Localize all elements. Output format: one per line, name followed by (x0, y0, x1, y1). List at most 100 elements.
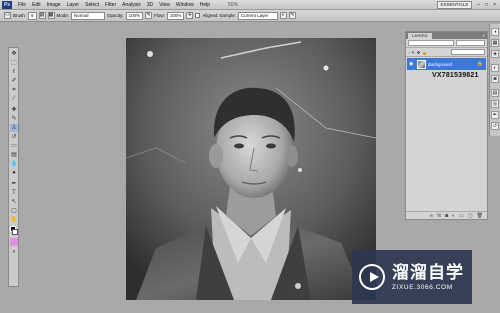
flow-input[interactable]: 100% (166, 11, 185, 20)
shape-tool-icon[interactable]: ▢ (10, 207, 18, 215)
clone-source-icon[interactable]: ▦ (47, 12, 55, 19)
healing-brush-icon[interactable]: ✚ (10, 106, 18, 114)
brush-panel-icon[interactable]: ▤ (38, 12, 46, 19)
sample-label: Sample: (219, 13, 236, 18)
menu-help[interactable]: Help (197, 0, 213, 10)
sample-select[interactable]: Current Layer (237, 11, 278, 20)
document-canvas[interactable] (126, 38, 376, 300)
menu-3d[interactable]: 3D (144, 0, 156, 10)
menu-image[interactable]: Image (44, 0, 64, 10)
zoom-tool-icon[interactable]: ⌕ (10, 248, 18, 256)
menu-edit[interactable]: Edit (29, 0, 44, 10)
history-panel-icon[interactable]: ↺ (491, 122, 499, 130)
masks-panel-icon[interactable]: ◙ (491, 75, 499, 83)
move-tool-icon[interactable]: ✥ (10, 50, 18, 58)
delete-layer-icon[interactable]: 🗑 (477, 213, 483, 219)
lasso-tool-icon[interactable]: ℓ (10, 68, 18, 76)
pen-tool-icon[interactable]: ✒ (10, 180, 18, 188)
crop-tool-icon[interactable]: ⌗ (10, 86, 18, 94)
menu-bar: Ps File Edit Image Layer Select Filter A… (0, 0, 500, 10)
airbrush-icon[interactable]: ✈ (186, 12, 194, 19)
dodge-icon[interactable]: ● (10, 169, 18, 177)
site-name: 溜溜自学 (392, 262, 464, 283)
history-brush-icon[interactable]: ↺ (10, 133, 18, 141)
add-mask-icon[interactable]: ◙ (445, 213, 448, 219)
menu-select[interactable]: Select (82, 0, 102, 10)
layers-tab[interactable]: LAYERS (408, 33, 432, 39)
layer-lock-icon: 🔒 (476, 61, 483, 67)
layers-blend-row (406, 39, 487, 48)
tools-panel: ✥ ⬚ ℓ ✐ ⌗ ⁄ ✚ ✎ ♙ ↺ ▭ ▤ 💧 ● ✒ T ↖ ▢ ✋ ⌕ (8, 47, 19, 287)
path-selection-icon[interactable]: ↖ (10, 198, 18, 206)
minimize-icon[interactable]: – (477, 1, 480, 9)
quick-selection-icon[interactable]: ✐ (10, 77, 18, 85)
options-bar: ⚇ Brush: 9 ▤ ▦ Mode: Normal Opacity: 100… (0, 10, 500, 22)
lock-all-icon[interactable]: 🔒 (422, 50, 427, 55)
layers-panel-footer: ∞ fx ◙ ◐ ▭ ▢ 🗑 (406, 211, 487, 219)
flow-label: Flow: (154, 13, 165, 18)
panel-menu-icon[interactable]: ≡ (483, 33, 485, 38)
eyedropper-icon[interactable]: ⁄ (10, 95, 18, 103)
maximize-icon[interactable]: □ (485, 1, 488, 9)
clone-stamp-icon[interactable]: ♙ (10, 124, 18, 132)
quick-mask-icon[interactable] (10, 238, 18, 246)
opacity-input[interactable]: 100% (125, 11, 144, 20)
layers-panel-header: LAYERS ≡ (406, 32, 487, 39)
close-icon[interactable]: × (493, 1, 496, 9)
clone-stamp-preset-icon[interactable]: ⚇ (4, 12, 11, 19)
type-tool-icon[interactable]: T (10, 189, 18, 197)
menu-window[interactable]: Window (173, 0, 197, 10)
mode-select[interactable]: Normal (71, 11, 106, 20)
layer-name: Background (428, 61, 453, 67)
brush-label: Brush: (13, 13, 27, 18)
vintage-portrait-photo (126, 38, 376, 300)
hand-tool-icon[interactable]: ✋ (10, 216, 18, 224)
workspace-switcher[interactable]: ESSENTIALS (436, 1, 473, 9)
styles-panel-icon[interactable]: ◈ (491, 50, 499, 58)
gradient-icon[interactable]: ▤ (10, 151, 18, 159)
aligned-label: Aligned (202, 13, 218, 18)
pressure-opacity-icon[interactable]: ✎ (145, 12, 153, 19)
adjustments-panel-icon[interactable]: ◐ (491, 64, 499, 72)
swatches-panel-icon[interactable]: ▦ (491, 39, 499, 47)
blend-mode-select[interactable] (408, 40, 455, 46)
visibility-eye-icon[interactable]: ◉ (409, 61, 415, 67)
layers-panel-icon[interactable]: ▤ (491, 89, 499, 97)
lock-pixels-icon[interactable]: ✎ (411, 50, 414, 55)
aligned-checkbox[interactable] (195, 13, 201, 18)
site-logo: 溜溜自学 ZIXUE.3066.COM (352, 250, 472, 304)
paths-panel-icon[interactable]: ✒ (491, 111, 499, 119)
blur-icon[interactable]: 💧 (10, 160, 18, 168)
layer-fill-input[interactable] (450, 49, 485, 55)
zoom-level[interactable]: 50% (225, 0, 241, 10)
brush-tool-icon[interactable]: ✎ (10, 115, 18, 123)
menu-file[interactable]: File (15, 0, 29, 10)
adjustment-layer-icon[interactable]: ◐ (452, 213, 455, 219)
play-icon (359, 264, 385, 290)
menu-analysis[interactable]: Analysis (119, 0, 144, 10)
lock-position-icon[interactable]: ✥ (417, 50, 420, 55)
mode-label: Mode: (56, 13, 70, 18)
layers-panel: LAYERS ≡ ▫ ✎ ✥ 🔒 ◉ Background 🔒 VX781539… (405, 31, 488, 220)
menu-view[interactable]: View (156, 0, 173, 10)
marquee-tool-icon[interactable]: ⬚ (10, 59, 18, 67)
menu-filter[interactable]: Filter (102, 0, 119, 10)
menu-layer[interactable]: Layer (64, 0, 83, 10)
opacity-label: Opacity: (107, 13, 124, 18)
new-layer-icon[interactable]: ▢ (468, 213, 473, 219)
new-group-icon[interactable]: ▭ (459, 213, 464, 219)
pressure-size-icon[interactable]: ✎ (288, 12, 296, 19)
brush-size-picker[interactable]: 9 (28, 11, 37, 20)
channels-panel-icon[interactable]: ◎ (491, 100, 499, 108)
ignore-adjustment-icon[interactable]: ◐ (279, 12, 287, 19)
layer-row-background[interactable]: ◉ Background 🔒 (407, 58, 486, 70)
link-layers-icon[interactable]: ∞ (430, 213, 434, 219)
eraser-icon[interactable]: ▭ (10, 142, 18, 150)
layer-opacity-input[interactable] (456, 40, 485, 46)
background-color-swatch[interactable] (12, 229, 18, 235)
color-panel-icon[interactable]: ◑ (491, 28, 499, 36)
lock-transparent-icon[interactable]: ▫ (408, 50, 409, 55)
layer-thumbnail (417, 59, 426, 69)
layers-lock-row: ▫ ✎ ✥ 🔒 (406, 48, 487, 57)
layer-style-icon[interactable]: fx (437, 213, 441, 219)
